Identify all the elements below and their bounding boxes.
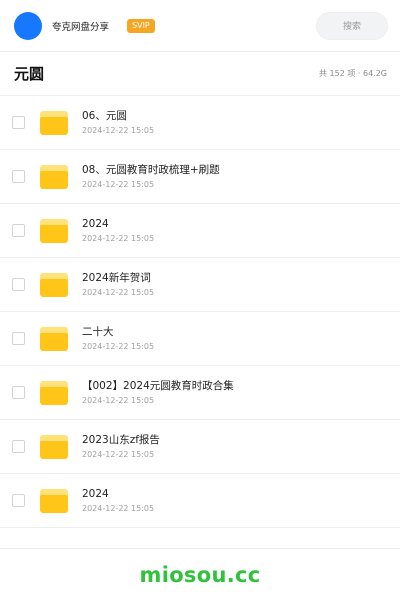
list-item[interactable]: 08、元圆教育时政梳理+刷题 2024-12-22 15:05 <box>0 150 400 204</box>
select-checkbox[interactable] <box>12 278 25 291</box>
folder-icon <box>40 380 68 405</box>
item-count-summary: 共 152 项 · 64.2G <box>319 69 387 78</box>
item-name: 二十大 <box>82 326 114 338</box>
list-item[interactable]: 2023山东zf报告 2024-12-22 15:05 <box>0 420 400 474</box>
item-date: 2024-12-22 15:05 <box>82 180 155 189</box>
folder-icon <box>40 434 68 459</box>
file-list: 06、元圆 2024-12-22 15:05 08、元圆教育时政梳理+刷题 20… <box>0 96 400 528</box>
item-date: 2024-12-22 15:05 <box>82 234 155 243</box>
item-date: 2024-12-22 15:05 <box>82 396 155 405</box>
select-checkbox[interactable] <box>12 494 25 507</box>
select-checkbox[interactable] <box>12 170 25 183</box>
list-item[interactable]: 2024 2024-12-22 15:05 <box>0 204 400 258</box>
select-checkbox[interactable] <box>12 224 25 237</box>
item-date: 2024-12-22 15:05 <box>82 126 155 135</box>
share-header: 夸克网盘分享 SVIP 搜索 <box>0 0 400 52</box>
select-checkbox[interactable] <box>12 116 25 129</box>
item-name: 【002】2024元圆教育时政合集 <box>82 380 234 392</box>
select-checkbox[interactable] <box>12 440 25 453</box>
list-item[interactable]: 【002】2024元圆教育时政合集 2024-12-22 15:05 <box>0 366 400 420</box>
folder-icon <box>40 326 68 351</box>
search-input[interactable]: 搜索 <box>316 11 388 40</box>
folder-icon <box>40 110 68 135</box>
folder-header: 元圆 共 152 项 · 64.2G <box>0 52 400 96</box>
watermark-text: miosou.cc <box>139 562 261 587</box>
avatar[interactable] <box>14 11 42 40</box>
item-date: 2024-12-22 15:05 <box>82 288 155 297</box>
select-checkbox[interactable] <box>12 386 25 399</box>
item-name: 2024 <box>82 488 109 500</box>
folder-icon <box>40 164 68 189</box>
item-name: 2024 <box>82 218 109 230</box>
list-item[interactable]: 06、元圆 2024-12-22 15:05 <box>0 96 400 150</box>
item-name: 2024新年贺词 <box>82 272 151 284</box>
item-date: 2024-12-22 15:05 <box>82 504 155 513</box>
list-item[interactable]: 2024新年贺词 2024-12-22 15:05 <box>0 258 400 312</box>
list-item[interactable]: 2024 2024-12-22 15:05 <box>0 474 400 528</box>
folder-title: 元圆 <box>14 65 45 83</box>
footer: miosou.cc <box>0 548 400 600</box>
folder-icon <box>40 272 68 297</box>
item-name: 08、元圆教育时政梳理+刷题 <box>82 164 220 176</box>
item-name: 06、元圆 <box>82 110 127 122</box>
item-date: 2024-12-22 15:05 <box>82 342 155 351</box>
item-name: 2023山东zf报告 <box>82 434 160 446</box>
svip-badge: SVIP <box>127 18 155 33</box>
folder-icon <box>40 218 68 243</box>
select-checkbox[interactable] <box>12 332 25 345</box>
list-item[interactable]: 二十大 2024-12-22 15:05 <box>0 312 400 366</box>
item-date: 2024-12-22 15:05 <box>82 450 155 459</box>
search-placeholder: 搜索 <box>342 22 361 32</box>
folder-icon <box>40 488 68 513</box>
share-name: 夸克网盘分享 <box>52 21 110 33</box>
